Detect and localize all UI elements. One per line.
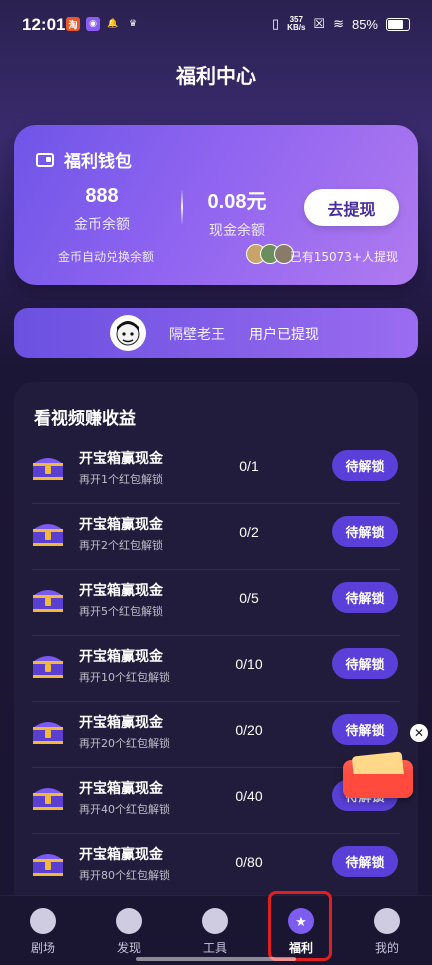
sim-icon: ☒	[313, 16, 326, 31]
unlock-button[interactable]: 待解锁	[332, 450, 398, 481]
task-name: 开宝箱赢现金	[79, 583, 163, 599]
ticker-user: 隔壁老王	[169, 327, 225, 343]
coin-balance-label: 金币余额	[74, 217, 130, 233]
theater-icon	[30, 908, 56, 934]
selection-highlight	[268, 891, 332, 961]
profile-icon	[374, 908, 400, 934]
bottom-tab-bar: 剧场 发现 工具 ★ 福利 我的	[0, 895, 432, 965]
task-row: 开宝箱赢现金 再开1个红包解锁 0/1 待解锁	[14, 438, 418, 504]
task-panel-title: 看视频赚收益	[34, 409, 136, 429]
task-name: 开宝箱赢现金	[79, 649, 163, 665]
net-speed-unit: KB/s	[287, 23, 306, 32]
close-icon[interactable]: ✕	[410, 724, 428, 742]
cash-balance-label: 现金余额	[209, 223, 265, 239]
camera-aperture-icon	[202, 908, 228, 934]
cash-balance-value: 0.08元	[207, 191, 267, 213]
unlock-button[interactable]: 待解锁	[332, 714, 398, 745]
task-row: 开宝箱赢现金 再开10个红包解锁 0/10 待解锁	[14, 636, 418, 702]
task-row: 开宝箱赢现金 再开5个红包解锁 0/5 待解锁	[14, 570, 418, 636]
wallet-card: 福利钱包 888 金币余额 0.08元 现金余额 去提现 金币自动兑换余额 已有…	[14, 125, 418, 285]
tab-label: 发现	[116, 941, 141, 955]
task-subtitle: 再开80个红包解锁	[79, 869, 170, 882]
tab-label: 工具	[202, 941, 227, 955]
wifi-icon: ≋	[333, 16, 344, 31]
treasure-chest-icon	[33, 722, 63, 744]
task-name: 开宝箱赢现金	[79, 847, 163, 863]
task-panel: 看视频赚收益 开宝箱赢现金 再开1个红包解锁 0/1 待解锁 开宝箱赢现金 再开2个红包解…	[14, 382, 418, 942]
treasure-chest-icon	[33, 854, 63, 876]
vibrate-icon: ▯	[272, 16, 280, 31]
unlock-button[interactable]: 待解锁	[332, 648, 398, 679]
battery-level: 85%	[351, 16, 378, 32]
treasure-chest-icon	[33, 788, 63, 810]
ticker-message: 用户已提现	[249, 327, 319, 343]
wallet-icon	[36, 152, 54, 167]
unlock-button[interactable]: 待解锁	[332, 582, 398, 613]
tab-discover[interactable]: 发现	[86, 896, 172, 965]
withdraw-ticker: 隔壁老王 用户已提现	[14, 308, 418, 358]
withdrawer-avatars	[246, 244, 294, 264]
task-subtitle: 再开1个红包解锁	[79, 473, 163, 486]
task-progress: 0/5	[239, 590, 259, 606]
task-name: 开宝箱赢现金	[79, 781, 163, 797]
status-right: ▯ 357 KB/s ☒ ≋ 85%	[272, 16, 410, 32]
auto-exchange-note: 金币自动兑换余额	[58, 250, 155, 264]
app-notification-icon: 淘	[66, 17, 80, 31]
task-progress: 0/10	[235, 656, 263, 672]
task-progress: 0/40	[235, 788, 263, 804]
task-subtitle: 再开5个红包解锁	[79, 605, 163, 618]
battery-icon	[386, 17, 410, 31]
coin-balance: 888 金币余额	[58, 185, 146, 234]
wallet-header: 福利钱包	[36, 147, 132, 172]
unlock-button[interactable]: 待解锁	[332, 516, 398, 547]
task-subtitle: 再开2个红包解锁	[79, 539, 163, 552]
notification-icons: 淘 ◉ 🔔 ♛	[66, 17, 140, 31]
task-progress: 0/80	[235, 854, 263, 870]
coin-balance-value: 888	[85, 185, 119, 207]
wallet-title: 福利钱包	[64, 152, 132, 172]
treasure-chest-icon	[33, 590, 63, 612]
task-name: 开宝箱赢现金	[79, 715, 163, 731]
tab-label: 剧场	[30, 941, 55, 955]
task-row: 开宝箱赢现金 再开2个红包解锁 0/2 待解锁	[14, 504, 418, 570]
withdraw-button[interactable]: 去提现	[304, 189, 399, 226]
task-subtitle: 再开40个红包解锁	[79, 803, 170, 816]
tab-tools[interactable]: 工具	[172, 896, 258, 965]
cash-balance: 0.08元 现金余额	[192, 185, 282, 240]
status-time: 12:01	[22, 15, 66, 34]
task-progress: 0/2	[239, 524, 259, 540]
stat-divider	[181, 189, 183, 225]
tab-theater[interactable]: 剧场	[0, 896, 86, 965]
task-progress: 0/20	[235, 722, 263, 738]
home-indicator	[136, 957, 296, 961]
page-title: 福利中心	[176, 64, 256, 88]
withdraw-count: 已有15073+人提现	[289, 250, 398, 264]
avatar	[110, 315, 146, 351]
task-row: 开宝箱赢现金 再开80个红包解锁 0/80 待解锁	[14, 834, 418, 900]
crown-icon: ♛	[128, 19, 138, 29]
tab-label: 我的	[374, 941, 399, 955]
task-progress: 0/1	[239, 458, 259, 474]
task-name: 开宝箱赢现金	[79, 517, 163, 533]
treasure-chest-icon	[33, 656, 63, 678]
treasure-chest-icon	[33, 458, 63, 480]
task-subtitle: 再开10个红包解锁	[79, 671, 170, 684]
treasure-chest-icon	[33, 524, 63, 546]
red-packet-icon[interactable]	[343, 760, 413, 798]
bell-icon: 🔔	[107, 19, 119, 29]
task-name: 开宝箱赢现金	[79, 451, 163, 467]
net-speed: 357 KB/s	[287, 16, 305, 32]
task-subtitle: 再开20个红包解锁	[79, 737, 170, 750]
planet-icon	[116, 908, 142, 934]
app-notification-icon: ◉	[86, 17, 100, 31]
tab-mine[interactable]: 我的	[344, 896, 430, 965]
unlock-button[interactable]: 待解锁	[332, 846, 398, 877]
status-bar: 12:01 淘 ◉ 🔔 ♛ ▯ 357 KB/s ☒ ≋ 85%	[0, 0, 432, 52]
